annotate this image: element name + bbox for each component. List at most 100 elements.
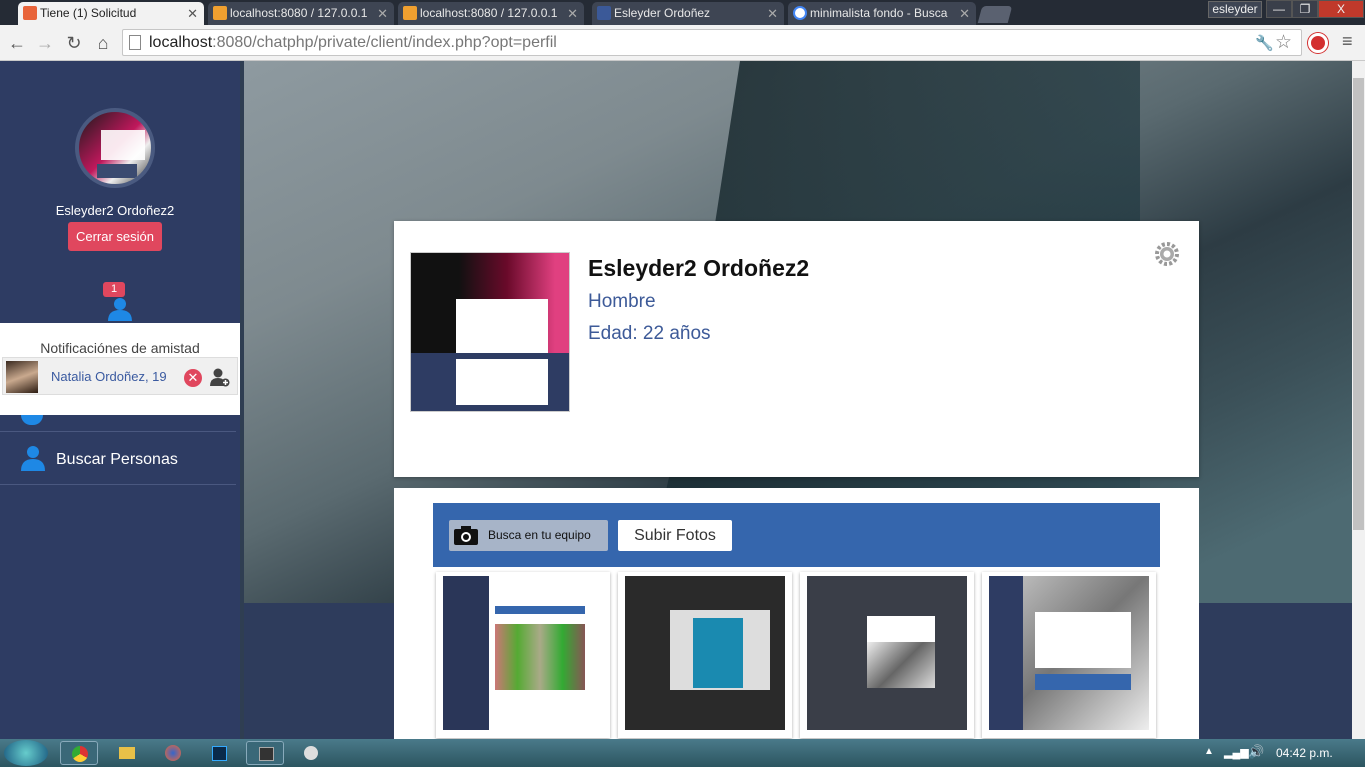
- taskbar-chrome-button[interactable]: [60, 741, 98, 765]
- profile-photo-gallery: [456, 359, 548, 405]
- thumbnail-art: [867, 642, 935, 688]
- tab-title: Tiene (1) Solicitud: [40, 6, 137, 20]
- reject-request-icon[interactable]: ✕: [184, 369, 202, 387]
- camera-icon: [454, 526, 478, 545]
- accept-friend-icon[interactable]: [210, 367, 230, 387]
- menu-divider: [0, 431, 236, 432]
- profile-photo-card: [456, 299, 548, 359]
- chrome-icon: [72, 746, 88, 762]
- tray-arrow-icon[interactable]: ▲: [1204, 746, 1214, 757]
- thumbnail-grid: [495, 624, 585, 690]
- tab-facebook[interactable]: Esleyder Ordoñez ✕: [592, 2, 784, 25]
- tab-title: Esleyder Ordoñez: [614, 6, 711, 20]
- url-text: localhost:8080/chatphp/private/client/in…: [149, 34, 557, 52]
- profile-photo[interactable]: [410, 252, 570, 412]
- menu-item-buscar-personas[interactable]: Buscar Personas: [0, 441, 236, 481]
- taskbar-misc-button[interactable]: [292, 741, 330, 765]
- browse-files-label: Busca en tu equipo: [488, 528, 591, 542]
- taskbar-firefox-button[interactable]: [154, 741, 192, 765]
- friend-requests-icon[interactable]: [106, 297, 134, 321]
- upload-photos-button[interactable]: Subir Fotos: [618, 520, 732, 551]
- photo-thumbnail-image: [807, 576, 967, 730]
- photos-card: Busca en tu equipo Subir Fotos: [394, 488, 1199, 739]
- tab-google-search[interactable]: minimalista fondo - Busca ✕: [788, 2, 976, 25]
- avatar[interactable]: [75, 108, 155, 188]
- minimize-button[interactable]: —: [1266, 0, 1292, 18]
- photo-thumbnail[interactable]: [982, 572, 1156, 738]
- app-icon: [259, 747, 274, 761]
- facebook-favicon-icon: [597, 6, 611, 20]
- upload-bar: Busca en tu equipo Subir Fotos: [433, 503, 1160, 567]
- tab-solicitud[interactable]: Tiene (1) Solicitud ✕: [18, 2, 204, 25]
- thumbnail-sidebar: [989, 576, 1023, 730]
- requester-avatar: [6, 361, 38, 393]
- taskbar-explorer-button[interactable]: [108, 741, 146, 765]
- photo-thumbnail[interactable]: [800, 572, 974, 738]
- extension-icon[interactable]: 🔧: [1255, 34, 1274, 52]
- requester-name[interactable]: Natalia Ordoñez, 19: [51, 369, 167, 384]
- folder-icon: [119, 747, 135, 759]
- forward-arrow-icon[interactable]: →: [33, 31, 57, 55]
- taskbar-app-button[interactable]: [246, 741, 284, 765]
- tab-title: localhost:8080 / 127.0.0.1: [230, 6, 368, 20]
- start-button[interactable]: [4, 740, 48, 766]
- volume-icon[interactable]: 🔊: [1248, 744, 1264, 760]
- browser-user-badge[interactable]: esleyder: [1208, 1, 1262, 18]
- close-tab-icon[interactable]: ✕: [187, 2, 198, 25]
- menu-item-label: Buscar Personas: [56, 451, 178, 468]
- close-tab-icon[interactable]: ✕: [959, 2, 970, 25]
- bookmark-star-icon[interactable]: ☆: [1275, 31, 1292, 54]
- reload-icon[interactable]: ↻: [62, 31, 86, 55]
- menu-icon[interactable]: ≡: [1342, 31, 1353, 52]
- url-path: :8080/chatphp/private/client/index.php?o…: [212, 34, 557, 51]
- close-tab-icon[interactable]: ✕: [377, 2, 388, 25]
- notification-badge: 1: [103, 282, 125, 297]
- person-icon: [21, 446, 45, 471]
- page-icon: [129, 35, 141, 50]
- tab-phpmyadmin-1[interactable]: localhost:8080 / 127.0.0.1 ✕: [208, 2, 394, 25]
- url-host: localhost: [149, 34, 213, 51]
- avatar-screenshot-strip: [97, 164, 137, 178]
- thumbnail-bar: [495, 606, 585, 614]
- sidebar-user-name: Esleyder2 Ordoñez2: [55, 203, 175, 218]
- misc-icon: [304, 746, 318, 760]
- browser-tab-bar: Tiene (1) Solicitud ✕ localhost:8080 / 1…: [0, 0, 1365, 25]
- tab-title: localhost:8080 / 127.0.0.1: [420, 6, 558, 20]
- phpmyadmin-favicon-icon: [403, 6, 417, 20]
- home-icon[interactable]: ⌂: [91, 31, 115, 55]
- photo-thumbnail-image: [443, 576, 603, 730]
- restore-button[interactable]: ❐: [1292, 0, 1318, 18]
- taskbar-clock[interactable]: 04:42 p.m.: [1276, 746, 1333, 760]
- logout-button[interactable]: Cerrar sesión: [68, 222, 162, 251]
- photo-thumbnail-image: [989, 576, 1149, 730]
- menu-item-icon: [21, 415, 43, 425]
- xampp-favicon-icon: [23, 6, 37, 20]
- notifications-title: Notificaciónes de amistad: [40, 340, 200, 356]
- friend-notifications-panel: Notificaciónes de amistad Natalia Ordoñe…: [0, 323, 240, 415]
- back-arrow-icon[interactable]: ←: [5, 31, 29, 55]
- tab-phpmyadmin-2[interactable]: localhost:8080 / 127.0.0.1 ✕: [398, 2, 584, 25]
- friend-request-item[interactable]: Natalia Ordoñez, 19 ✕: [2, 357, 238, 395]
- address-bar[interactable]: localhost:8080/chatphp/private/client/in…: [122, 29, 1302, 56]
- close-window-button[interactable]: X: [1318, 0, 1364, 18]
- close-tab-icon[interactable]: ✕: [767, 2, 778, 25]
- new-tab-button[interactable]: [977, 6, 1013, 23]
- photoshop-icon: [212, 746, 227, 761]
- taskbar-photoshop-button[interactable]: [200, 741, 238, 765]
- photo-thumbnail-image: [625, 576, 785, 730]
- network-icon[interactable]: ▂▄▆: [1224, 746, 1249, 759]
- stop-extension-icon[interactable]: [1308, 33, 1328, 53]
- thumbnail-panel: [1035, 612, 1131, 668]
- photo-thumbnail[interactable]: [436, 572, 610, 738]
- google-favicon-icon: [793, 6, 807, 20]
- profile-age: Edad: 22 años: [588, 323, 711, 344]
- profile-gender: Hombre: [588, 291, 656, 312]
- scrollbar-thumb[interactable]: [1353, 78, 1364, 530]
- close-tab-icon[interactable]: ✕: [567, 2, 578, 25]
- tab-title: minimalista fondo - Busca: [810, 6, 948, 20]
- thumbnail-bar: [1035, 674, 1131, 690]
- browse-files-button[interactable]: Busca en tu equipo: [449, 520, 608, 551]
- gear-icon[interactable]: [1154, 241, 1180, 267]
- photo-thumbnail[interactable]: [618, 572, 792, 738]
- avatar-screenshot-panel: [101, 130, 145, 160]
